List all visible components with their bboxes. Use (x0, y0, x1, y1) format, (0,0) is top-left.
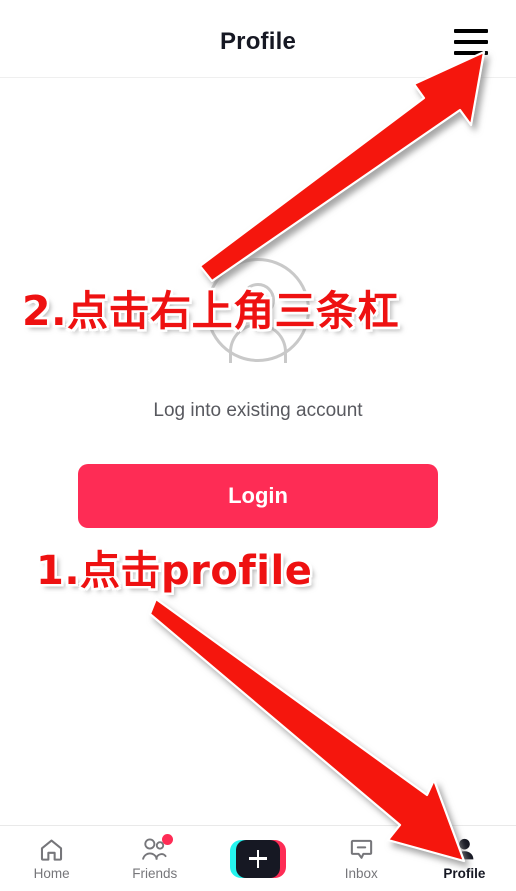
login-button[interactable]: Login (78, 464, 438, 528)
nav-item-profile[interactable]: Profile (413, 826, 516, 891)
app-header: Profile (0, 0, 516, 78)
friends-notification-badge (161, 834, 173, 846)
nav-label-home: Home (33, 866, 70, 882)
annotation-step-2-text: 2.点击右上角三条杠 (22, 287, 400, 335)
home-icon (37, 836, 67, 864)
inbox-icon (346, 836, 376, 864)
plus-horizontal-stroke (249, 857, 267, 860)
nav-item-friends[interactable]: Friends (103, 826, 206, 891)
arrow-to-hamburger (198, 50, 486, 283)
profile-icon (449, 836, 479, 864)
nav-item-create[interactable] (206, 826, 309, 891)
create-core (236, 839, 280, 878)
nav-item-home[interactable]: Home (0, 826, 103, 891)
hamburger-menu-icon[interactable] (454, 29, 488, 57)
annotation-arrow-layer (148, 50, 486, 863)
nav-item-inbox[interactable]: Inbox (310, 826, 413, 891)
hamburger-bar-1 (454, 29, 488, 33)
nav-label-profile: Profile (443, 866, 486, 882)
hamburger-bar-3 (454, 51, 488, 55)
plus-icon[interactable] (230, 839, 286, 878)
annotation-step-1-text: 1.点击profile (36, 548, 313, 594)
page-title: Profile (219, 28, 297, 55)
bottom-navigation-bar: Home Friends Inbox Profile (0, 825, 516, 891)
hamburger-bar-2 (454, 40, 488, 44)
login-hint-text: Log into existing account (153, 400, 363, 421)
app-screen: Profile Log into existing account Login … (0, 0, 516, 891)
friends-icon (140, 834, 173, 864)
nav-label-inbox: Inbox (344, 866, 378, 882)
nav-label-friends: Friends (132, 866, 178, 882)
arrow-to-profile-tab (148, 597, 466, 863)
